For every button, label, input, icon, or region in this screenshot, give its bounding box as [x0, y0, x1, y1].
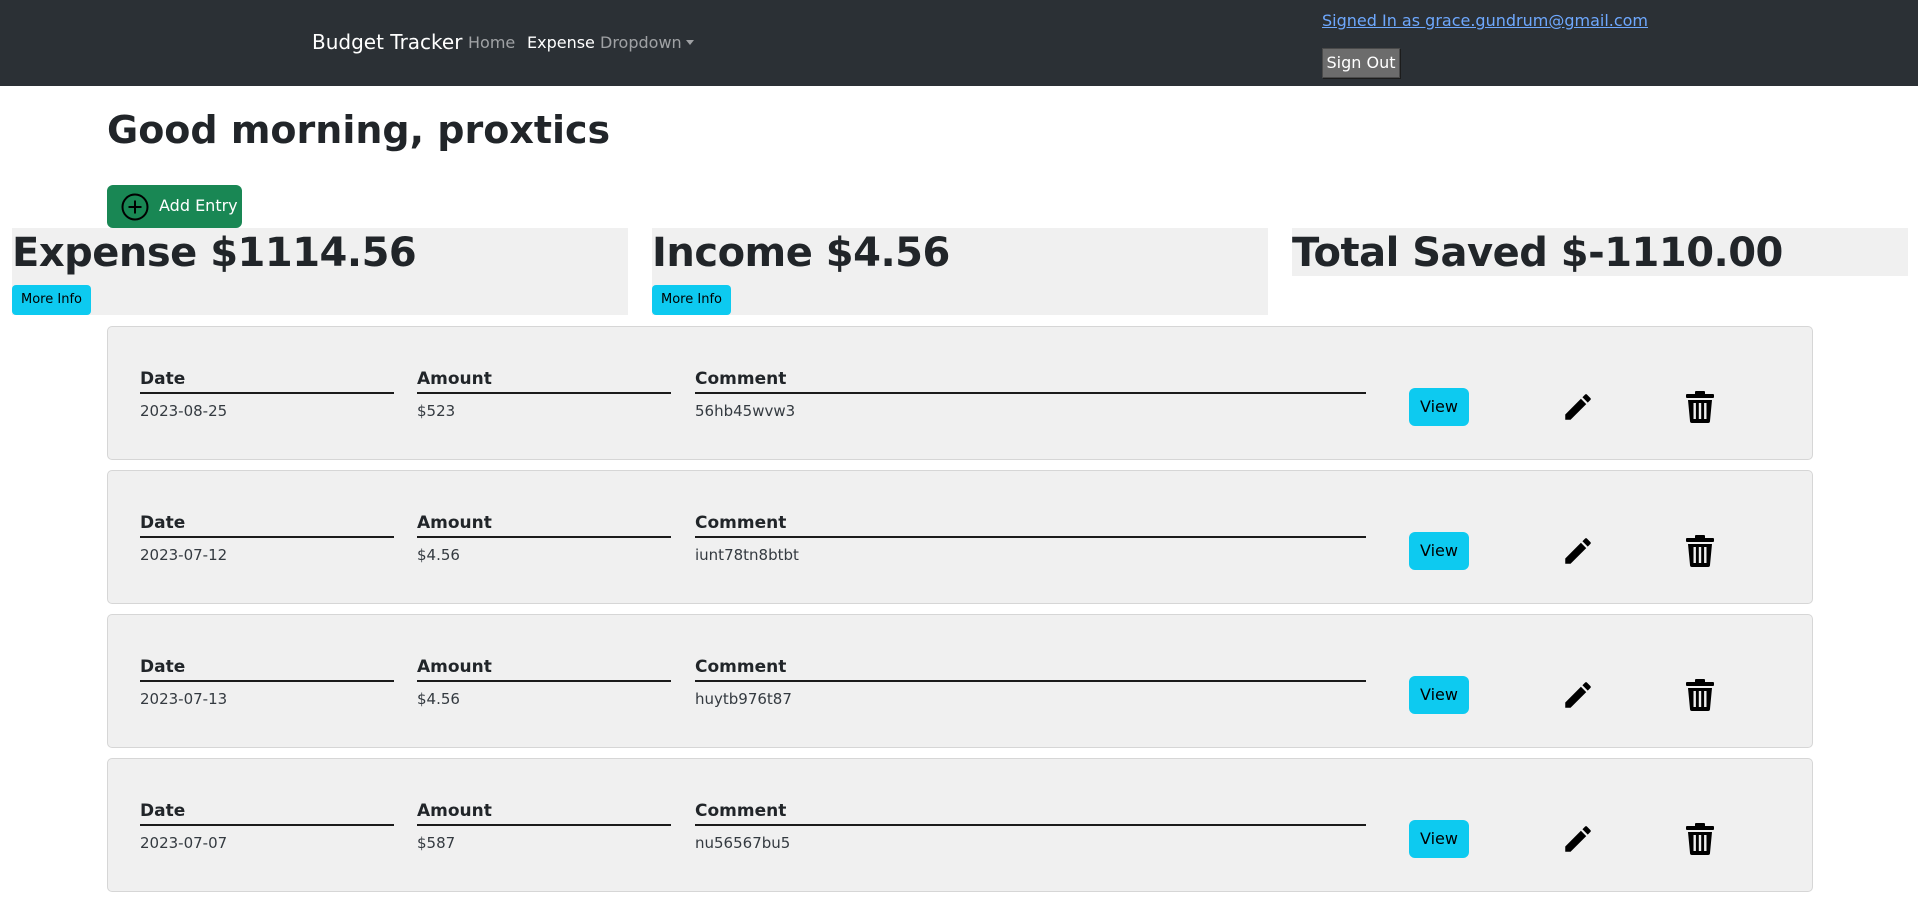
navbar: Budget Tracker Home Expense Dropdown Sig…	[0, 0, 1918, 86]
trash-icon[interactable]	[1686, 679, 1714, 711]
entry-amount: $4.56	[417, 546, 460, 564]
navbar-brand[interactable]: Budget Tracker	[312, 30, 462, 54]
amount-column-header: Amount	[417, 657, 671, 682]
view-button[interactable]: View	[1409, 532, 1469, 570]
entry-card: Date Amount Comment 2023-07-13 $4.56 huy…	[107, 614, 1813, 748]
comment-column-header: Comment	[695, 513, 1366, 538]
pencil-icon[interactable]	[1561, 678, 1595, 712]
chevron-down-icon	[685, 40, 694, 45]
signed-in-link[interactable]: Signed In as grace.gundrum@gmail.com	[1322, 11, 1648, 30]
date-column-header: Date	[140, 657, 394, 682]
plus-circle-icon	[121, 193, 149, 221]
nav-dropdown-label: Dropdown	[600, 33, 682, 52]
pencil-icon[interactable]	[1561, 390, 1595, 424]
view-button[interactable]: View	[1409, 820, 1469, 858]
entry-card: Date Amount Comment 2023-07-07 $587 nu56…	[107, 758, 1813, 892]
comment-column-header: Comment	[695, 801, 1366, 826]
amount-column-header: Amount	[417, 801, 671, 826]
date-column-header: Date	[140, 801, 394, 826]
entry-comment: iunt78tn8btbt	[695, 546, 799, 564]
entry-comment: huytb976t87	[695, 690, 792, 708]
amount-column-header: Amount	[417, 513, 671, 538]
nav-link-expense[interactable]: Expense	[527, 33, 595, 52]
entry-date: 2023-07-13	[140, 690, 228, 708]
date-column-header: Date	[140, 369, 394, 394]
sign-out-button[interactable]: Sign Out	[1322, 48, 1400, 78]
expense-summary-panel: Expense $1114.56 More Info	[12, 228, 628, 315]
trash-icon[interactable]	[1686, 823, 1714, 855]
comment-column-header: Comment	[695, 657, 1366, 682]
entry-date: 2023-07-12	[140, 546, 228, 564]
nav-link-home[interactable]: Home	[468, 33, 515, 52]
entry-card: Date Amount Comment 2023-08-25 $523 56hb…	[107, 326, 1813, 460]
income-summary-panel: Income $4.56 More Info	[652, 228, 1268, 315]
comment-column-header: Comment	[695, 369, 1366, 394]
view-button[interactable]: View	[1409, 676, 1469, 714]
greeting-heading: Good morning, proxtics	[107, 108, 611, 152]
add-entry-label: Add Entry	[159, 196, 238, 215]
expense-total: Expense $1114.56	[12, 230, 417, 276]
entry-amount: $587	[417, 834, 456, 852]
entry-comment: 56hb45wvw3	[695, 402, 796, 420]
entry-amount: $523	[417, 402, 456, 420]
trash-icon[interactable]	[1686, 535, 1714, 567]
add-entry-button[interactable]: Add Entry	[107, 185, 242, 228]
entry-comment: nu56567bu5	[695, 834, 791, 852]
income-total: Income $4.56	[652, 230, 950, 276]
expense-more-info-button[interactable]: More Info	[12, 285, 91, 315]
total-saved-panel: Total Saved $-1110.00	[1292, 228, 1908, 276]
income-more-info-button[interactable]: More Info	[652, 285, 731, 315]
date-column-header: Date	[140, 513, 394, 538]
amount-column-header: Amount	[417, 369, 671, 394]
entry-date: 2023-08-25	[140, 402, 228, 420]
pencil-icon[interactable]	[1561, 822, 1595, 856]
entry-date: 2023-07-07	[140, 834, 228, 852]
nav-dropdown-toggle[interactable]: Dropdown	[600, 33, 694, 52]
entry-amount: $4.56	[417, 690, 460, 708]
pencil-icon[interactable]	[1561, 534, 1595, 568]
view-button[interactable]: View	[1409, 388, 1469, 426]
total-saved: Total Saved $-1110.00	[1292, 230, 1783, 276]
entry-card: Date Amount Comment 2023-07-12 $4.56 iun…	[107, 470, 1813, 604]
trash-icon[interactable]	[1686, 391, 1714, 423]
